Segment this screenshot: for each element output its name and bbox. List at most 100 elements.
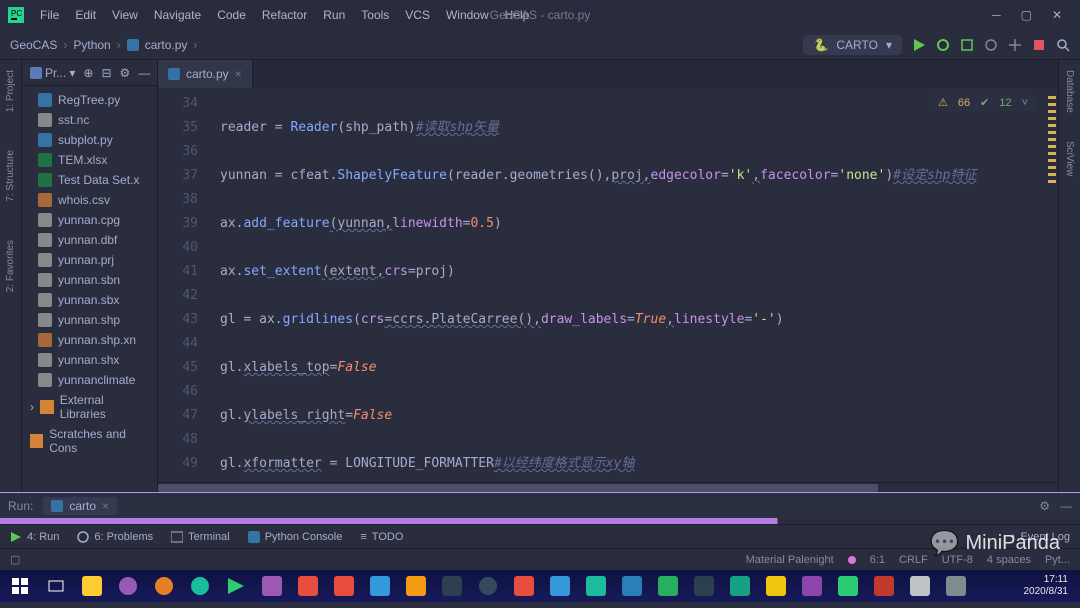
editor-tab-carto[interactable]: carto.py × xyxy=(158,60,253,88)
taskbar-app[interactable] xyxy=(150,572,178,600)
taskbar-app[interactable] xyxy=(366,572,394,600)
taskbar-app[interactable] xyxy=(510,572,538,600)
ok-count: 12 xyxy=(999,97,1011,109)
task-view-button[interactable] xyxy=(42,572,70,600)
taskbar-app[interactable] xyxy=(618,572,646,600)
breadcrumb-project[interactable]: GeoCAS xyxy=(10,38,57,52)
error-stripe[interactable] xyxy=(1046,88,1058,482)
right-tool-stripe: Database SciView xyxy=(1058,60,1080,492)
project-file-tree[interactable]: RegTree.py sst.nc subplot.py TEM.xlsx Te… xyxy=(22,86,157,462)
horizontal-scrollbar[interactable] xyxy=(158,482,1058,492)
taskbar-app[interactable] xyxy=(654,572,682,600)
taskbar-app[interactable] xyxy=(402,572,430,600)
menu-view[interactable]: View xyxy=(104,4,146,26)
taskbar-app[interactable] xyxy=(258,572,286,600)
taskbar-app[interactable] xyxy=(78,572,106,600)
close-button[interactable]: ✕ xyxy=(1052,8,1062,22)
taskbar-app[interactable] xyxy=(870,572,898,600)
taskbar-app[interactable] xyxy=(582,572,610,600)
taskbar-app[interactable] xyxy=(690,572,718,600)
run-tool-button[interactable]: 4: Run xyxy=(10,531,59,543)
taskbar-app[interactable] xyxy=(114,572,142,600)
file-item: yunnan.shp.xn xyxy=(22,330,157,350)
search-icon[interactable] xyxy=(1056,38,1070,52)
interpreter[interactable]: Pyt... xyxy=(1045,554,1070,566)
chevron-up-down-icon[interactable]: ˅ xyxy=(1022,97,1028,109)
inspection-widget[interactable]: ⚠66 ✔12 ˅ xyxy=(930,94,1036,111)
menu-file[interactable]: File xyxy=(32,4,67,26)
menu-vcs[interactable]: VCS xyxy=(397,4,438,26)
taskbar-app[interactable] xyxy=(942,572,970,600)
profile-button[interactable] xyxy=(984,38,998,52)
minimize-button[interactable]: ─ xyxy=(992,8,1001,22)
database-tool-button[interactable]: Database xyxy=(1064,66,1075,117)
taskbar-app[interactable] xyxy=(798,572,826,600)
scratches-node[interactable]: Scratches and Cons xyxy=(22,424,157,458)
scrollbar-thumb[interactable] xyxy=(158,484,878,492)
locate-icon[interactable]: ⊕ xyxy=(83,66,93,80)
taskbar-app[interactable] xyxy=(294,572,322,600)
code-editor[interactable]: 34353637383940414243444546474849 reader … xyxy=(158,88,1058,482)
project-tool-button[interactable]: 1: Project xyxy=(5,66,16,116)
taskbar-app[interactable] xyxy=(474,572,502,600)
menu-navigate[interactable]: Navigate xyxy=(146,4,209,26)
python-console-tool-button[interactable]: Python Console xyxy=(248,531,343,543)
close-icon[interactable]: × xyxy=(235,67,242,81)
attach-button[interactable] xyxy=(1008,38,1022,52)
menu-refactor[interactable]: Refactor xyxy=(254,4,315,26)
encoding[interactable]: UTF-8 xyxy=(942,554,973,566)
menu-run[interactable]: Run xyxy=(315,4,353,26)
file-item: yunnan.prj xyxy=(22,250,157,270)
code-content[interactable]: reader = Reader(shp_path)#读取shp矢量 yunnan… xyxy=(210,88,1046,482)
terminal-tool-button[interactable]: Terminal xyxy=(171,531,230,543)
theme-color-dot xyxy=(848,556,856,564)
stop-button[interactable] xyxy=(1032,38,1046,52)
breadcrumb-file[interactable]: carto.py xyxy=(145,38,188,52)
taskbar-app[interactable] xyxy=(834,572,862,600)
close-icon[interactable]: × xyxy=(102,499,109,513)
status-bar: ▢ Material Palenight 6:1 CRLF UTF-8 4 sp… xyxy=(0,548,1080,570)
taskbar-app[interactable] xyxy=(906,572,934,600)
chevron-down-icon: ▾ xyxy=(69,66,75,80)
favorites-tool-button[interactable]: 2: Favorites xyxy=(5,236,16,296)
taskbar-app[interactable] xyxy=(438,572,466,600)
hide-icon[interactable]: — xyxy=(1060,499,1072,513)
quick-access-icon[interactable]: ▢ xyxy=(10,553,20,566)
taskbar-app[interactable] xyxy=(762,572,790,600)
run-coverage-button[interactable] xyxy=(960,38,974,52)
event-log-button[interactable]: ◔Event Log xyxy=(1009,531,1070,543)
problems-tool-button[interactable]: 6: Problems xyxy=(77,531,153,543)
hide-icon[interactable]: — xyxy=(138,66,150,80)
structure-tool-button[interactable]: 7: Structure xyxy=(5,146,16,206)
theme-indicator[interactable]: Material Palenight xyxy=(746,554,834,566)
gear-icon[interactable]: ⚙ xyxy=(120,66,131,80)
taskbar-app[interactable] xyxy=(186,572,214,600)
file-item: sst.nc xyxy=(22,110,157,130)
debug-button[interactable] xyxy=(936,38,950,52)
taskbar-app[interactable] xyxy=(330,572,358,600)
gear-icon[interactable]: ⚙ xyxy=(1039,499,1050,513)
caret-position[interactable]: 6:1 xyxy=(870,554,885,566)
menu-window[interactable]: Window xyxy=(438,4,497,26)
collapse-icon[interactable]: ⊟ xyxy=(101,66,111,80)
maximize-button[interactable]: ▢ xyxy=(1021,8,1032,22)
project-view-selector[interactable]: Pr... ▾ xyxy=(30,66,75,80)
menu-code[interactable]: Code xyxy=(209,4,254,26)
menu-tools[interactable]: Tools xyxy=(353,4,397,26)
system-tray-clock[interactable]: 17:11 2020/8/31 xyxy=(1024,574,1075,598)
taskbar-app[interactable] xyxy=(546,572,574,600)
run-panel-tab[interactable]: carto × xyxy=(43,497,117,515)
chevron-right-icon: › xyxy=(63,38,67,52)
external-libraries-node[interactable]: ›External Libraries xyxy=(22,390,157,424)
indent[interactable]: 4 spaces xyxy=(987,554,1031,566)
start-button[interactable] xyxy=(6,572,34,600)
taskbar-app[interactable] xyxy=(726,572,754,600)
run-config-selector[interactable]: 🐍 CARTO ▾ xyxy=(803,35,902,55)
taskbar-app[interactable] xyxy=(222,572,250,600)
line-separator[interactable]: CRLF xyxy=(899,554,928,566)
todo-tool-button[interactable]: ≡TODO xyxy=(360,531,403,543)
sciview-tool-button[interactable]: SciView xyxy=(1064,137,1075,180)
menu-edit[interactable]: Edit xyxy=(67,4,104,26)
run-button[interactable] xyxy=(912,38,926,52)
breadcrumb-folder[interactable]: Python xyxy=(73,38,110,52)
